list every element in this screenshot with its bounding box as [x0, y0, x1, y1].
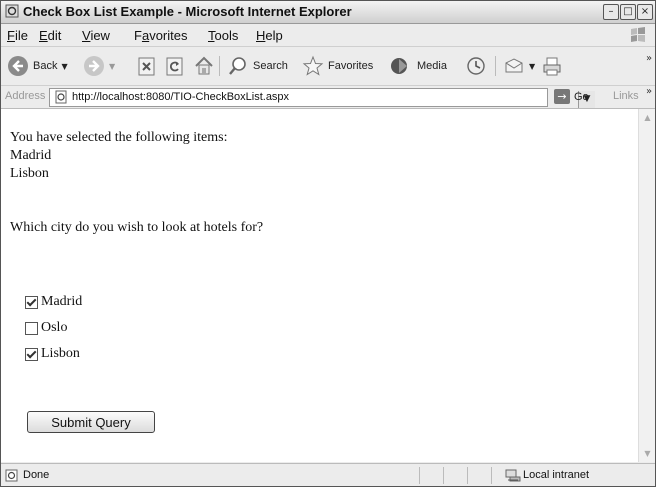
local-intranet-icon	[505, 469, 521, 482]
title-bar: Check Box List Example - Microsoft Inter…	[1, 1, 655, 24]
page-done-icon	[5, 469, 18, 482]
question-text: Which city do you wish to look at hotels…	[10, 220, 264, 235]
search-icon	[229, 57, 246, 75]
close-icon[interactable]: ×	[637, 4, 653, 20]
refresh-button[interactable]	[165, 54, 185, 78]
history-icon	[467, 57, 485, 75]
page-viewport: You have selected the following items: M…	[1, 109, 638, 462]
media-button[interactable]: Media	[389, 54, 447, 78]
status-bar: Done Local intranet	[1, 463, 655, 486]
mail-button[interactable]: ▼	[503, 54, 535, 78]
city-option-oslo[interactable]: Oslo	[25, 319, 67, 337]
go-label: Go	[574, 90, 589, 103]
checkbox-madrid[interactable]	[25, 295, 38, 309]
home-button[interactable]	[193, 54, 215, 78]
media-label: Media	[417, 60, 447, 72]
page-content: You have selected the following items: M…	[10, 129, 263, 237]
menu-file[interactable]: File	[7, 28, 28, 43]
history-button[interactable]	[465, 54, 487, 78]
back-label: Back	[33, 60, 58, 72]
print-button[interactable]	[541, 54, 563, 78]
city-option-madrid[interactable]: Madrid	[25, 293, 82, 311]
mail-dropdown-icon[interactable]: ▼	[529, 62, 535, 71]
address-url: http://localhost:8080/TIO-CheckBoxList.a…	[72, 91, 290, 103]
search-label: Search	[253, 60, 288, 72]
print-icon	[543, 57, 561, 76]
city-option-lisbon[interactable]: Lisbon	[25, 345, 80, 363]
submit-query-button[interactable]: Submit Query	[27, 411, 155, 433]
menu-help[interactable]: Help	[256, 28, 283, 43]
status-divider	[419, 467, 420, 484]
status-divider	[443, 467, 444, 484]
toolbar-separator	[219, 56, 220, 76]
back-dropdown-icon[interactable]: ▼	[61, 62, 67, 71]
forward-button[interactable]: ▼	[83, 54, 115, 78]
page-icon	[55, 90, 67, 104]
window-title: Check Box List Example - Microsoft Inter…	[23, 4, 352, 19]
go-arrow-icon: →	[554, 89, 570, 104]
search-button[interactable]: Search	[227, 54, 288, 78]
maximize-icon[interactable]: □	[620, 4, 636, 20]
menu-favorites[interactable]: Favorites	[134, 28, 187, 43]
stop-icon	[138, 57, 155, 76]
option-label: Madrid	[41, 294, 83, 309]
back-button[interactable]: Back ▼	[7, 54, 68, 78]
menu-bar: File Edit View Favorites Tools Help	[1, 24, 655, 47]
selected-item: Lisbon	[10, 166, 49, 181]
status-divider	[491, 467, 492, 484]
checkbox-lisbon[interactable]	[25, 347, 38, 361]
links-label[interactable]: Links	[613, 90, 639, 102]
favorites-label: Favorites	[328, 60, 374, 72]
status-text: Done	[23, 469, 50, 481]
selected-item: Madrid	[10, 148, 52, 163]
refresh-icon	[166, 57, 183, 76]
scroll-up-icon[interactable]: ▲	[641, 111, 654, 124]
stop-button[interactable]	[137, 54, 157, 78]
standard-toolbar: Back ▼ ▼ Search Favorites Media ▼ »	[1, 47, 655, 86]
media-icon	[391, 58, 407, 74]
windows-logo-icon	[631, 27, 645, 42]
forward-arrow-icon	[84, 56, 104, 76]
go-button[interactable]: → Go	[554, 89, 589, 104]
address-label: Address	[5, 90, 46, 102]
menu-tools[interactable]: Tools	[208, 28, 238, 43]
selected-heading: You have selected the following items:	[10, 130, 228, 145]
status-divider	[467, 467, 468, 484]
star-icon	[302, 55, 324, 76]
option-label: Oslo	[41, 320, 68, 335]
vertical-scrollbar[interactable]: ▲ ▼	[638, 109, 655, 462]
back-arrow-icon	[8, 56, 28, 76]
menu-view[interactable]: View	[82, 28, 110, 43]
address-input[interactable]: http://localhost:8080/TIO-CheckBoxList.a…	[49, 88, 595, 108]
toolbar-separator	[495, 56, 496, 76]
ie-page-icon	[5, 4, 19, 18]
address-bar: Address http://localhost:8080/TIO-CheckB…	[1, 86, 655, 109]
browser-window: Check Box List Example - Microsoft Inter…	[0, 0, 656, 487]
minimize-icon[interactable]: –	[603, 4, 619, 20]
mail-icon	[505, 58, 523, 73]
favorites-button[interactable]: Favorites	[302, 54, 373, 78]
toolbar-chevron-icon[interactable]: »	[646, 53, 652, 64]
option-label: Lisbon	[41, 346, 80, 361]
menu-edit[interactable]: Edit	[39, 28, 61, 43]
window-controls: – □ ×	[603, 4, 653, 20]
links-chevron-icon[interactable]: »	[646, 86, 652, 97]
checkbox-oslo[interactable]	[25, 321, 38, 335]
home-icon	[195, 56, 213, 75]
zone-text: Local intranet	[523, 469, 590, 481]
scroll-down-icon[interactable]: ▼	[641, 447, 654, 460]
forward-dropdown-icon[interactable]: ▼	[109, 62, 115, 71]
